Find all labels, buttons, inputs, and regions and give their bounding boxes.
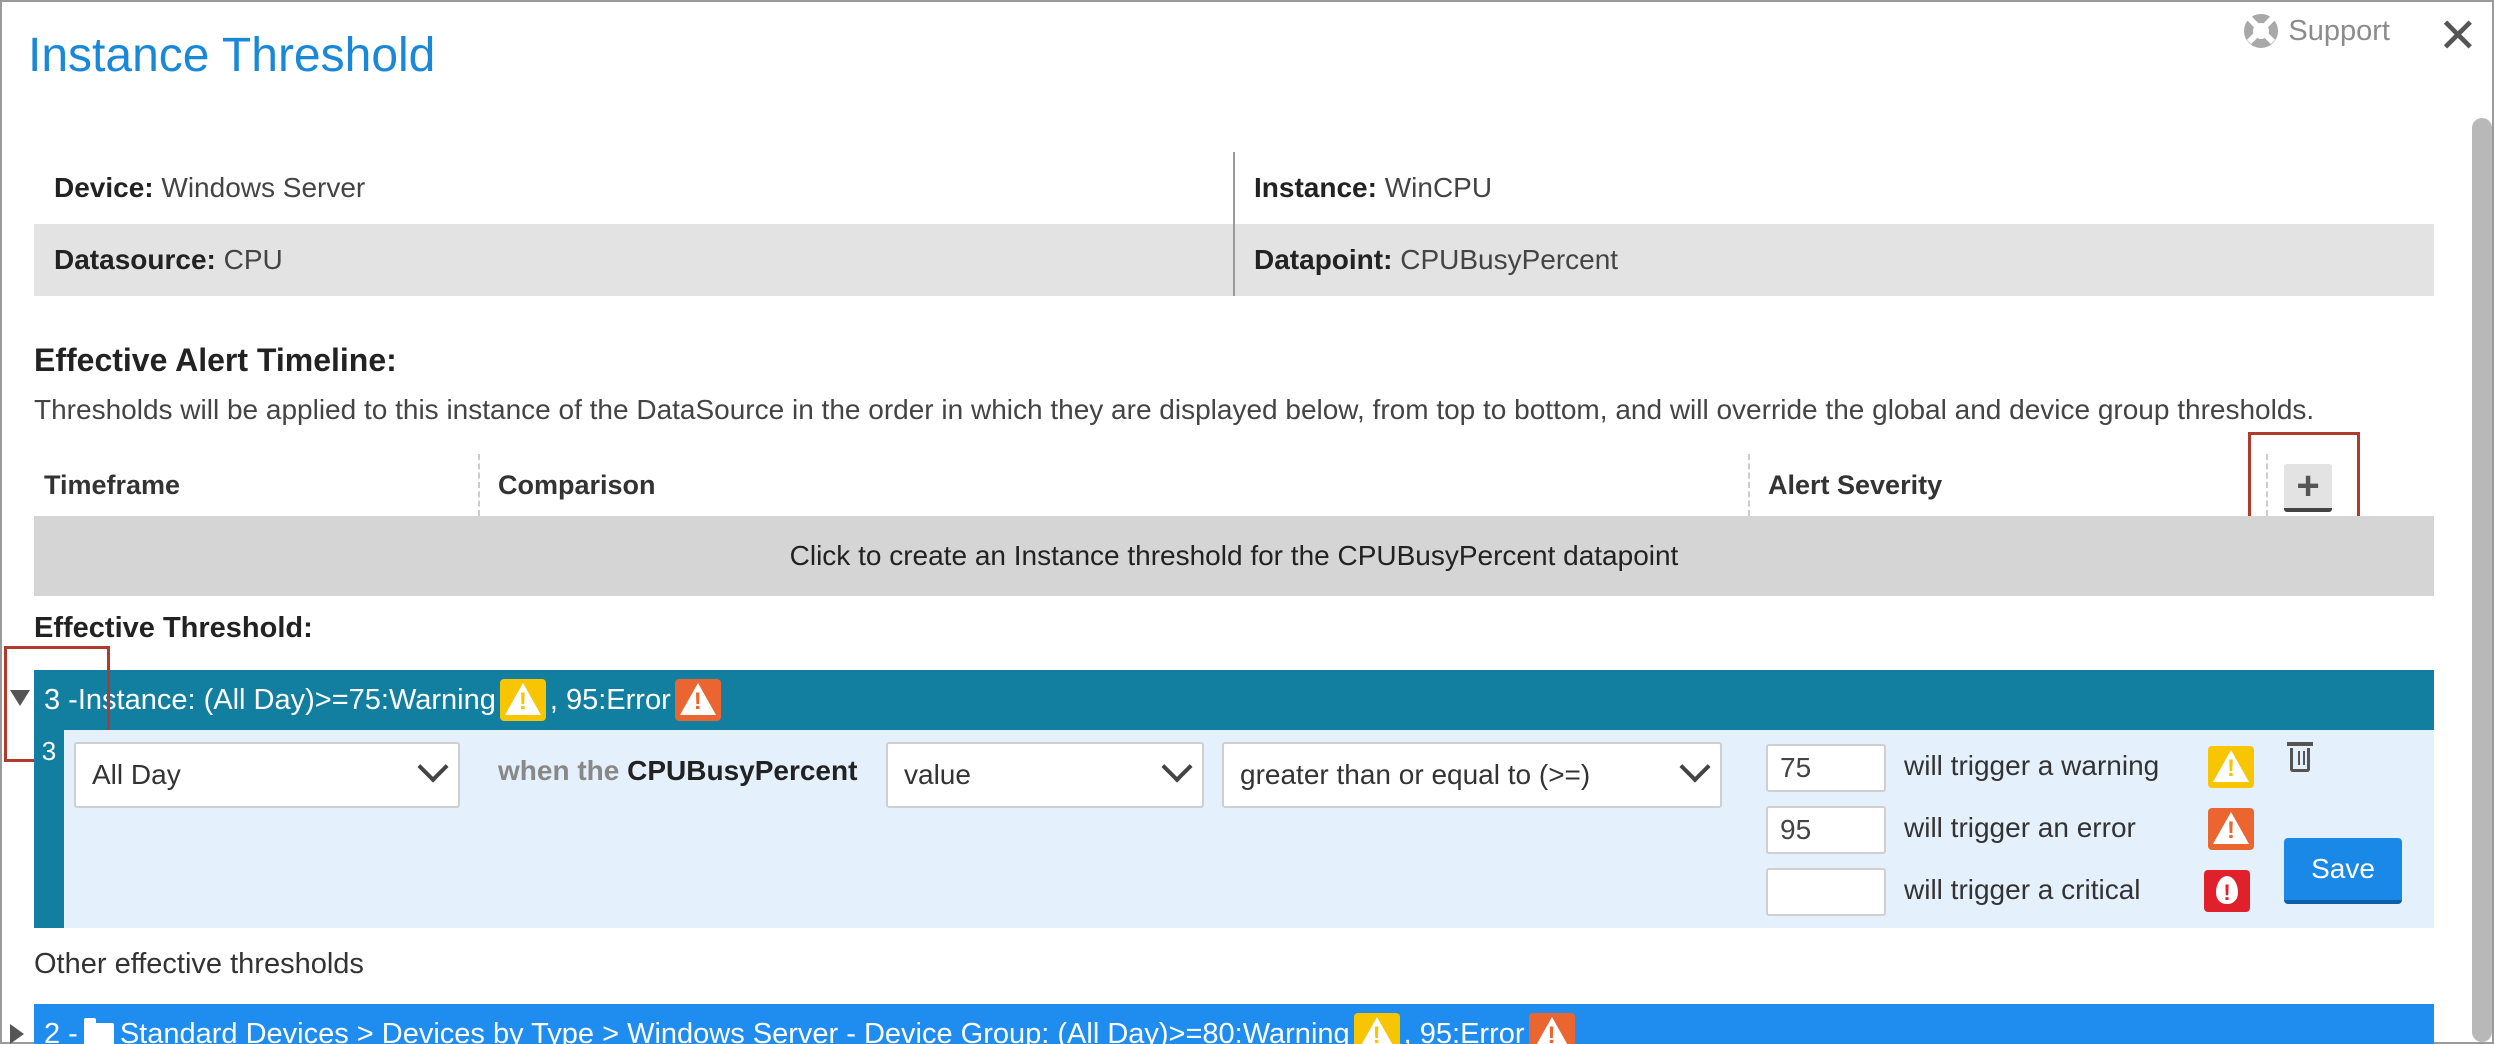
critical-trigger-text: will trigger a critical: [1904, 874, 2141, 905]
effective-threshold-bar[interactable]: 3 -Instance: (All Day)>=75:Warning , 95:…: [34, 670, 2434, 730]
scrollbar[interactable]: [2472, 118, 2492, 1042]
datapoint-label: Datapoint:: [1254, 244, 1393, 275]
page-title: Instance Threshold: [28, 29, 436, 82]
datasource-info: Datasource: CPU: [34, 244, 1234, 276]
warning-icon: [1353, 1013, 1400, 1044]
create-threshold-bar[interactable]: Click to create an Instance threshold fo…: [34, 516, 2434, 596]
error-icon: [2208, 808, 2254, 850]
timeframe-select[interactable]: All Day: [74, 742, 460, 808]
support-lifebuoy-icon: [2244, 14, 2279, 48]
group-bar-text-error: , 95:Error: [1403, 1018, 1525, 1044]
priority-rail: 3: [34, 730, 64, 928]
error-trigger-text: will trigger an error: [1904, 812, 2136, 843]
col-separator: [478, 454, 480, 516]
info-table: Device: Windows Server Instance: WinCPU …: [34, 152, 2434, 296]
effective-bar-text-error: , 95:Error: [549, 684, 671, 716]
when-prefix: when the: [498, 755, 620, 786]
error-icon: [1528, 1013, 1575, 1044]
datasource-value: CPU: [223, 244, 283, 275]
critical-threshold-input[interactable]: [1766, 868, 1886, 916]
datasource-label: Datasource:: [54, 244, 216, 275]
error-icon: [674, 679, 721, 721]
expand-caret-icon[interactable]: [10, 1024, 24, 1044]
device-label: Device:: [54, 172, 154, 203]
trash-icon[interactable]: [2287, 742, 2313, 772]
device-value: Windows Server: [161, 172, 366, 203]
timeline-header: Timeframe Comparison Alert Severity +: [34, 454, 2434, 516]
instance-value: WinCPU: [1384, 172, 1493, 203]
chevron-down-icon: [1161, 751, 1193, 783]
chevron-down-icon: [1679, 751, 1711, 783]
operator-select[interactable]: greater than or equal to (>=): [1222, 742, 1722, 808]
when-label: when the CPUBusyPercent: [498, 755, 857, 787]
error-threshold-input[interactable]: [1766, 806, 1886, 854]
warning-icon: [499, 679, 546, 721]
value-select-text: value: [904, 759, 971, 790]
info-divider: [1233, 152, 1235, 296]
other-thresholds-label: Other effective thresholds: [34, 948, 364, 980]
group-bar-prefix: 2 -: [44, 1018, 78, 1044]
close-icon[interactable]: ✕: [2438, 8, 2478, 64]
timeline-heading: Effective Alert Timeline:: [34, 342, 397, 378]
col-timeframe: Timeframe: [44, 470, 181, 500]
group-bar-text: Standard Devices > Devices by Type > Win…: [119, 1018, 1350, 1044]
warning-threshold-input[interactable]: [1766, 744, 1886, 792]
when-datapoint: CPUBusyPercent: [627, 755, 858, 786]
critical-icon: [2204, 870, 2250, 912]
chevron-down-icon: [417, 751, 449, 783]
timeline-description: Thresholds will be applied to this insta…: [34, 394, 2315, 425]
instance-label: Instance:: [1254, 172, 1377, 203]
timeframe-value: All Day: [92, 759, 181, 790]
col-alert-severity: Alert Severity: [1768, 470, 1943, 500]
support-label: Support: [2288, 14, 2390, 47]
value-select[interactable]: value: [886, 742, 1204, 808]
group-threshold-bar[interactable]: 2 - Standard Devices > Devices by Type >…: [34, 1004, 2434, 1044]
instance-info: Instance: WinCPU: [1234, 172, 2434, 204]
effective-threshold-label: Effective Threshold:: [34, 612, 313, 644]
operator-select-text: greater than or equal to (>=): [1240, 759, 1591, 790]
col-comparison: Comparison: [498, 470, 656, 500]
warning-trigger-text: will trigger a warning: [1904, 750, 2160, 781]
col-separator: [1748, 454, 1750, 516]
warning-icon: [2208, 746, 2254, 788]
effective-bar-text: 3 -Instance: (All Day)>=75:Warning: [44, 684, 496, 716]
folder-icon: [83, 1018, 114, 1044]
save-button[interactable]: Save: [2284, 838, 2402, 904]
support-link[interactable]: Support: [2244, 14, 2390, 48]
datapoint-value: CPUBusyPercent: [1400, 244, 1619, 275]
datapoint-info: Datapoint: CPUBusyPercent: [1234, 244, 2434, 276]
device-info: Device: Windows Server: [34, 172, 1234, 204]
